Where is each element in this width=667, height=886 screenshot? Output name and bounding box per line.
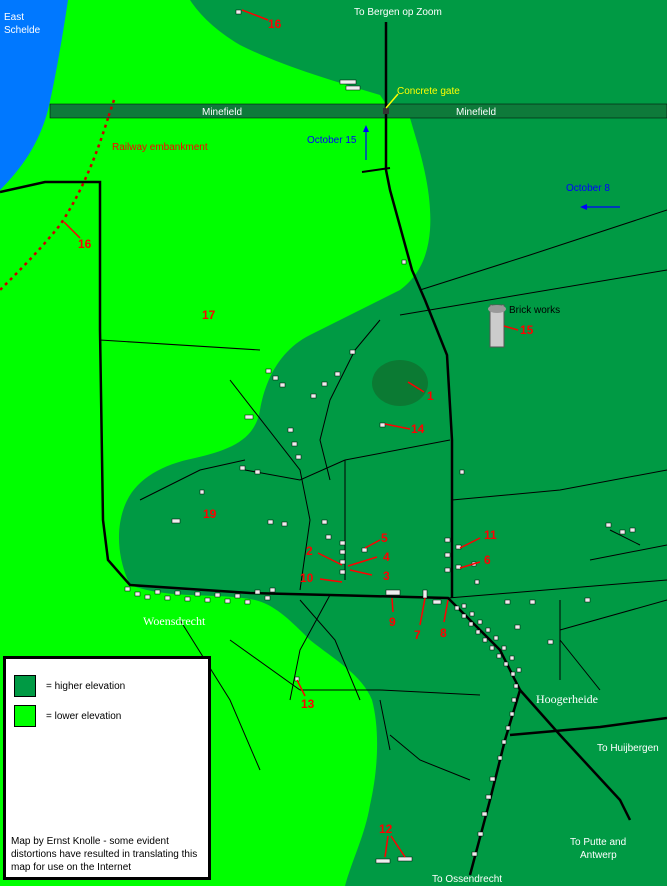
railway-label: Railway embankment bbox=[112, 142, 208, 153]
legend-box: = higher elevation = lower elevation Map… bbox=[3, 656, 211, 880]
gate-structure bbox=[383, 108, 389, 114]
marker-14: 14 bbox=[411, 422, 425, 436]
october15-label: October 15 bbox=[307, 135, 357, 146]
east-schelde-label-2: Schelde bbox=[4, 25, 41, 36]
woensdrecht-label: Woensdrecht bbox=[143, 614, 206, 628]
brick-works-chimney bbox=[488, 304, 506, 348]
marker-4: 4 bbox=[383, 550, 390, 564]
marker-10: 10 bbox=[300, 571, 314, 585]
marker-13: 13 bbox=[301, 697, 315, 711]
marker-16-north: 16 bbox=[268, 17, 282, 31]
marker-11: 11 bbox=[484, 528, 497, 542]
to-bergen-label: To Bergen op Zoom bbox=[354, 7, 442, 18]
legend-lower-label: = lower elevation bbox=[46, 710, 122, 722]
minefield-band bbox=[49, 103, 667, 119]
marker-6: 6 bbox=[484, 553, 491, 567]
map-credit: Map by Ernst Knolle - some evident disto… bbox=[11, 836, 198, 873]
marker-17: 17 bbox=[202, 308, 216, 322]
marker-12: 12 bbox=[379, 822, 393, 836]
lower-elevation-swatch bbox=[14, 705, 36, 727]
marker-2: 2 bbox=[306, 544, 313, 558]
legend-row-lower: = lower elevation bbox=[14, 705, 121, 727]
minefield-label-left: Minefield bbox=[202, 107, 242, 118]
to-putte-label-2: Antwerp bbox=[580, 850, 617, 861]
east-schelde-label-1: East bbox=[4, 12, 24, 23]
marker-19: 19 bbox=[203, 507, 217, 521]
concrete-gate-label: Concrete gate bbox=[397, 86, 460, 97]
to-putte-label-1: To Putte and bbox=[570, 837, 626, 848]
marker-5: 5 bbox=[381, 531, 388, 545]
marker-16-west: 16 bbox=[78, 237, 92, 251]
marker-9: 9 bbox=[389, 615, 396, 629]
marker-8: 8 bbox=[440, 626, 447, 640]
marker-7: 7 bbox=[414, 628, 421, 642]
legend-higher-label: = higher elevation bbox=[46, 680, 126, 692]
hoogerheide-label: Hoogerheide bbox=[536, 692, 598, 706]
brick-works-label: Brick works bbox=[509, 305, 560, 316]
october8-label: October 8 bbox=[566, 183, 610, 194]
higher-elevation-swatch bbox=[14, 675, 36, 697]
hill bbox=[372, 360, 428, 406]
to-ossendrecht-label: To Ossendrecht bbox=[432, 874, 502, 885]
marker-3: 3 bbox=[383, 569, 390, 583]
minefield-label-right: Minefield bbox=[456, 107, 496, 118]
marker-1: 1 bbox=[427, 389, 434, 403]
to-huijbergen-label: To Huijbergen bbox=[597, 743, 659, 754]
legend-row-higher: = higher elevation bbox=[14, 675, 125, 697]
marker-15: 15 bbox=[520, 323, 534, 337]
